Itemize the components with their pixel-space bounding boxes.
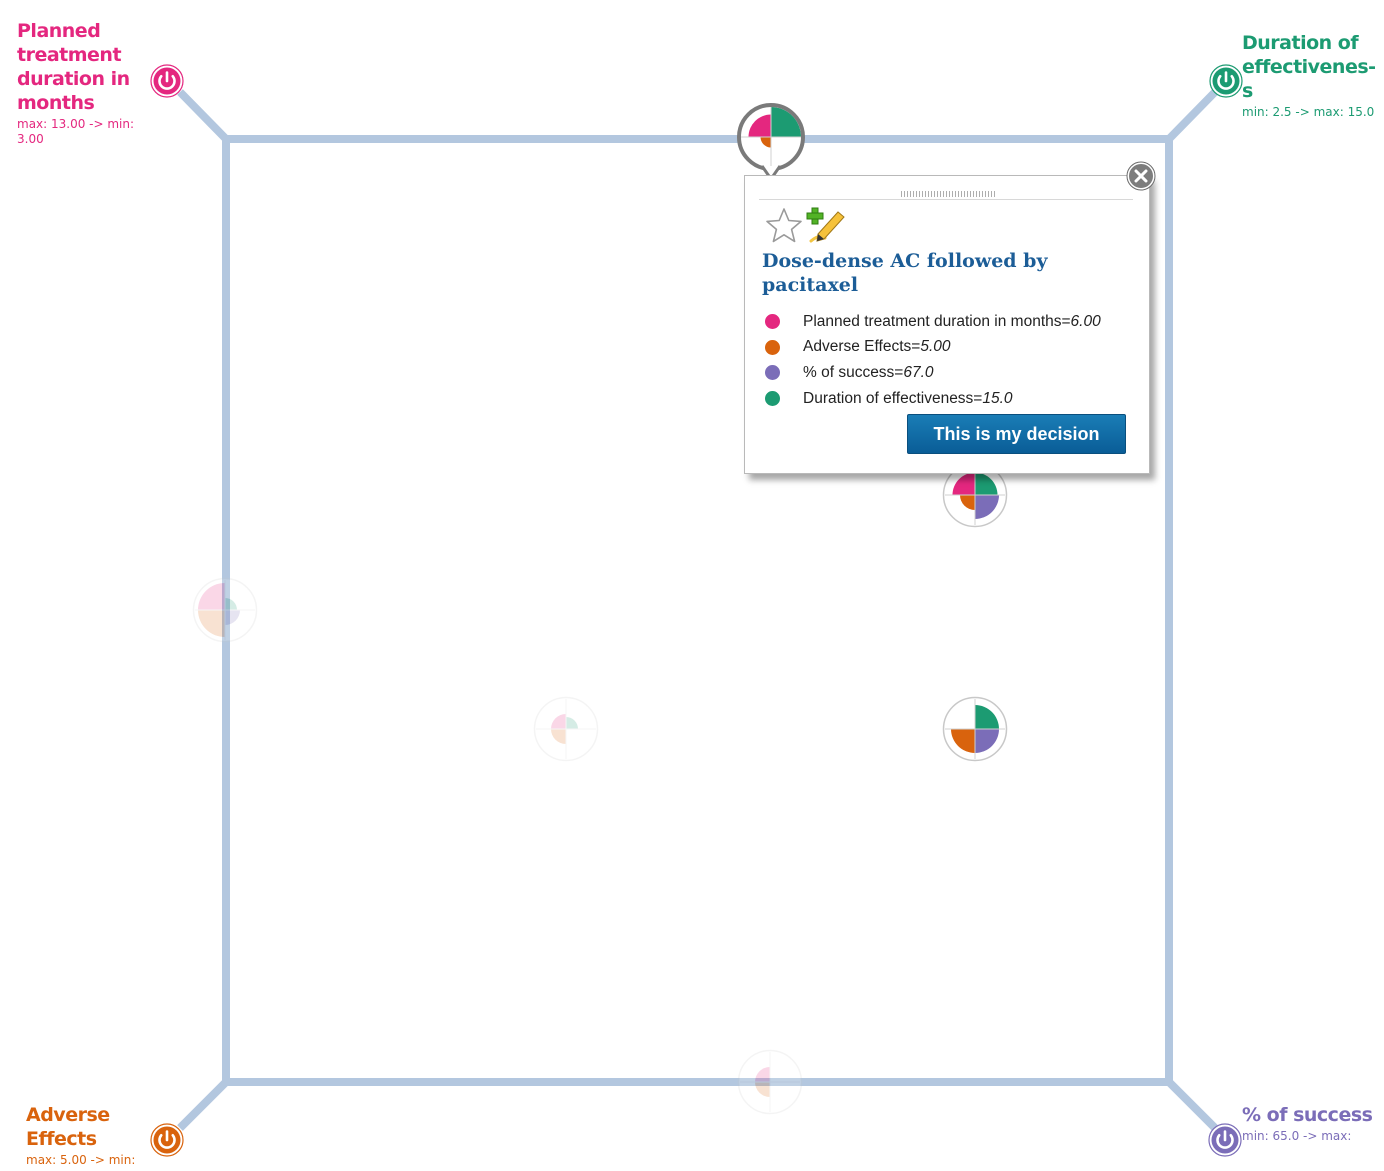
- option-marker-faded[interactable]: [191, 576, 259, 644]
- color-dot: [765, 314, 780, 330]
- corner-range: max: 5.00 -> min:: [26, 1153, 136, 1167]
- marker-quadrant-bl: [198, 610, 225, 637]
- attribute-value: 5.00: [920, 338, 951, 356]
- attribute-label: Adverse Effects=: [803, 338, 921, 356]
- divider: [759, 199, 1133, 200]
- corner-range: max: 13.00 -> min: 3.00: [17, 117, 135, 146]
- corner-label-effectiveness: Duration of effectivenes-s min: 2.5 -> m…: [1242, 31, 1384, 120]
- corner-label-adverse-effects: Adverse Effects max: 5.00 -> min:: [26, 1103, 166, 1168]
- option-marker-faded[interactable]: [532, 695, 600, 763]
- option-marker-selected[interactable]: [736, 103, 806, 183]
- power-icon[interactable]: [150, 1123, 184, 1157]
- add-note-pencil-icon[interactable]: [805, 206, 847, 246]
- attribute-label: Duration of effectiveness=: [803, 389, 983, 407]
- list-item: Duration of effectiveness= 15.0: [765, 386, 1155, 412]
- corner-label-treatment-duration: Planned treatment duration in months max…: [17, 19, 157, 147]
- attribute-value: 67.0: [903, 363, 934, 381]
- corner-title: % of success: [1242, 1104, 1373, 1126]
- option-marker-faded[interactable]: [736, 1048, 804, 1116]
- marker-quadrant-tl: [198, 583, 225, 610]
- star-icon[interactable]: [764, 206, 804, 246]
- corner-title: Duration of effectivenes-s: [1242, 32, 1376, 102]
- option-details-popup: Dose-dense AC followed by pacitaxel Plan…: [744, 175, 1150, 474]
- option-marker[interactable]: [941, 695, 1009, 763]
- drag-handle[interactable]: [901, 191, 997, 197]
- option-title: Dose-dense AC followed by pacitaxel: [762, 250, 1048, 296]
- power-icon[interactable]: [150, 64, 184, 98]
- attribute-label: Planned treatment duration in months=: [803, 312, 1071, 330]
- attribute-list: Planned treatment duration in months= 6.0…: [765, 309, 1155, 411]
- list-item: Adverse Effects= 5.00: [765, 335, 1155, 361]
- attribute-value: 6.00: [1070, 312, 1101, 330]
- corner-title: Adverse Effects: [26, 1104, 110, 1150]
- attribute-value: 15.0: [982, 389, 1013, 407]
- attribute-label: % of success=: [803, 363, 904, 381]
- color-dot: [765, 365, 780, 381]
- corner-title: Planned treatment duration in months: [17, 20, 130, 114]
- decision-button[interactable]: This is my decision: [907, 414, 1126, 454]
- list-item: Planned treatment duration in months= 6.0…: [765, 309, 1155, 335]
- list-item: % of success= 67.0: [765, 360, 1155, 386]
- color-dot: [765, 391, 780, 407]
- corner-label-success: % of success min: 65.0 -> max:: [1242, 1103, 1382, 1144]
- power-icon[interactable]: [1209, 64, 1243, 98]
- color-dot: [765, 339, 780, 355]
- marker-quadrant-tr: [771, 107, 801, 137]
- close-icon[interactable]: [1126, 161, 1156, 191]
- corner-range: min: 65.0 -> max:: [1242, 1129, 1352, 1143]
- corner-range: min: 2.5 -> max: 15.0: [1242, 105, 1375, 119]
- power-icon[interactable]: [1208, 1123, 1242, 1157]
